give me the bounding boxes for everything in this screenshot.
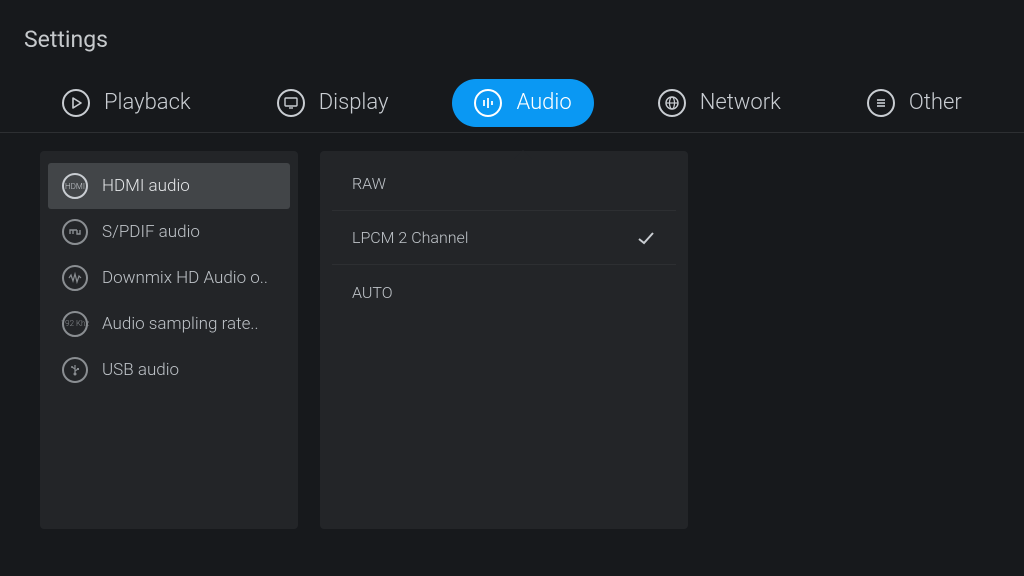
usb-icon bbox=[62, 357, 88, 383]
option-label: AUTO bbox=[352, 283, 393, 302]
option-raw[interactable]: RAW bbox=[332, 157, 676, 211]
option-label: LPCM 2 Channel bbox=[352, 228, 468, 247]
sidebar-item-label: Downmix HD Audio o.. bbox=[102, 268, 268, 288]
tab-label: Playback bbox=[104, 90, 191, 115]
khz-icon: 192 Khz bbox=[62, 311, 88, 337]
audio-eq-icon bbox=[474, 89, 502, 117]
audio-settings-sidebar: HDMI HDMI audio S/PDIF audio Downmix HD … bbox=[40, 151, 298, 529]
downmix-icon bbox=[62, 265, 88, 291]
play-icon bbox=[62, 89, 90, 117]
hdmi-icon: HDMI bbox=[62, 173, 88, 199]
sidebar-item-hdmi-audio[interactable]: HDMI HDMI audio bbox=[48, 163, 290, 209]
globe-icon bbox=[658, 89, 686, 117]
check-icon bbox=[636, 228, 656, 248]
sidebar-item-label: Audio sampling rate.. bbox=[102, 314, 259, 334]
tabs-row: Playback Display Audio Network Other bbox=[0, 53, 1024, 133]
sidebar-item-sampling-rate[interactable]: 192 Khz Audio sampling rate.. bbox=[48, 301, 290, 347]
tab-other[interactable]: Other bbox=[845, 79, 984, 127]
sidebar-item-label: USB audio bbox=[102, 360, 179, 380]
tab-label: Display bbox=[319, 90, 389, 115]
option-lpcm-2-channel[interactable]: LPCM 2 Channel bbox=[332, 211, 676, 265]
page-title: Settings bbox=[0, 0, 1024, 53]
monitor-icon bbox=[277, 89, 305, 117]
tab-playback[interactable]: Playback bbox=[40, 79, 213, 127]
content-panels: HDMI HDMI audio S/PDIF audio Downmix HD … bbox=[0, 133, 1024, 529]
tab-label: Network bbox=[700, 90, 781, 115]
tab-label: Other bbox=[909, 90, 962, 115]
tab-network[interactable]: Network bbox=[636, 79, 803, 127]
tab-display[interactable]: Display bbox=[255, 79, 411, 127]
sidebar-item-downmix-hd[interactable]: Downmix HD Audio o.. bbox=[48, 255, 290, 301]
sidebar-item-label: HDMI audio bbox=[102, 176, 190, 196]
sidebar-item-label: S/PDIF audio bbox=[102, 222, 200, 242]
menu-icon bbox=[867, 89, 895, 117]
tab-label: Audio bbox=[516, 90, 571, 115]
tab-audio[interactable]: Audio bbox=[452, 79, 593, 127]
audio-options-panel: RAW LPCM 2 Channel AUTO bbox=[320, 151, 688, 529]
option-label: RAW bbox=[352, 174, 386, 193]
option-auto[interactable]: AUTO bbox=[332, 265, 676, 319]
sidebar-item-usb-audio[interactable]: USB audio bbox=[48, 347, 290, 393]
spdif-icon bbox=[62, 219, 88, 245]
sidebar-item-spdif-audio[interactable]: S/PDIF audio bbox=[48, 209, 290, 255]
